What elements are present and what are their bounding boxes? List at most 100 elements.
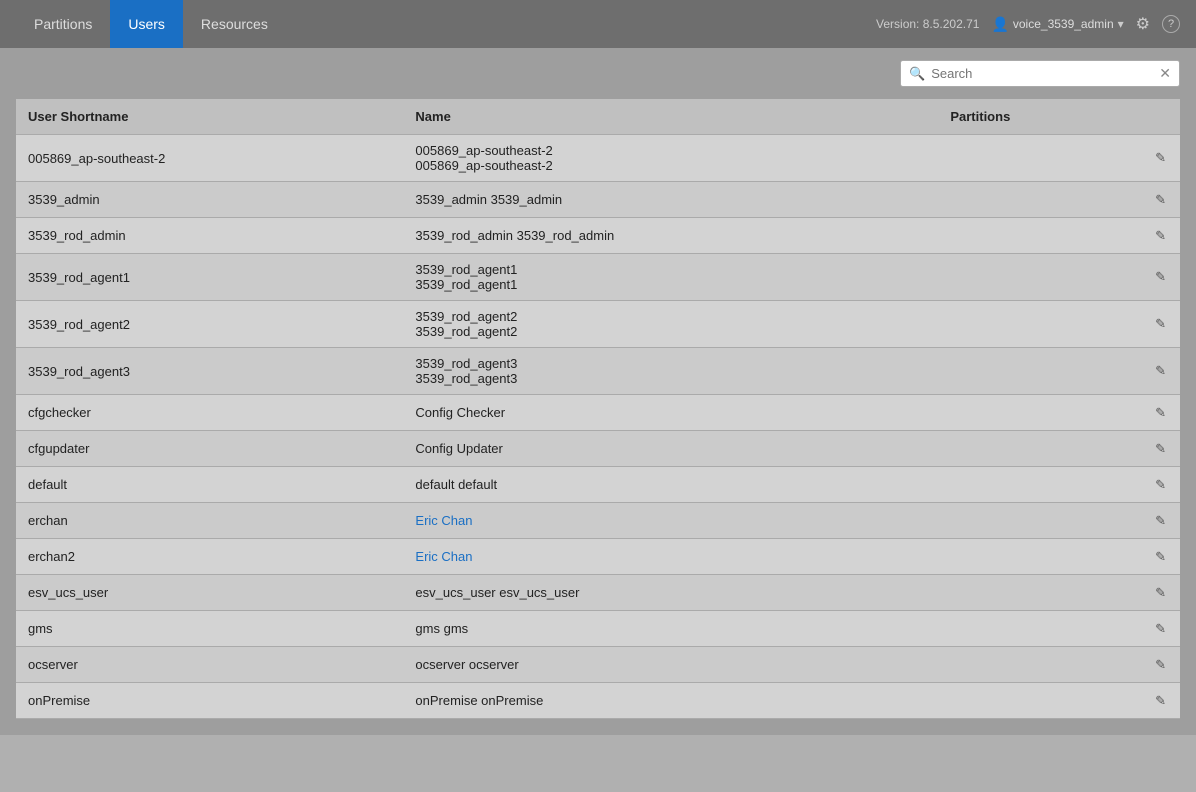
cell-partitions (938, 348, 1140, 395)
cell-shortname: 3539_rod_agent2 (16, 301, 403, 348)
cell-name: esv_ucs_user esv_ucs_user (403, 575, 938, 611)
table-row: 3539_admin 3539_admin 3539_admin ✎ (16, 182, 1180, 218)
top-bar: Partitions Users Resources Version: 8.5.… (0, 0, 1196, 48)
name-text: 3539_rod_agent2 (415, 324, 926, 339)
col-header-name: Name (403, 99, 938, 135)
edit-button[interactable]: ✎ (1149, 188, 1172, 212)
edit-cell: ✎ (1140, 647, 1180, 683)
name-text: Config Updater (415, 441, 926, 456)
table-row: 3539_rod_agent33539_rod_agent33539_rod_a… (16, 348, 1180, 395)
col-header-actions (1140, 99, 1180, 135)
cell-shortname: esv_ucs_user (16, 575, 403, 611)
cell-name: 3539_rod_admin 3539_rod_admin (403, 218, 938, 254)
edit-button[interactable]: ✎ (1149, 401, 1172, 425)
edit-button[interactable]: ✎ (1149, 653, 1172, 677)
col-header-partitions: Partitions (938, 99, 1140, 135)
edit-button[interactable]: ✎ (1149, 545, 1172, 569)
name-text: 005869_ap-southeast-2 (415, 143, 926, 158)
edit-cell: ✎ (1140, 539, 1180, 575)
name-text: ocserver ocserver (415, 657, 926, 672)
table-row: ocserver ocserver ocserver ✎ (16, 647, 1180, 683)
name-text: 005869_ap-southeast-2 (415, 158, 926, 173)
cell-shortname: cfgupdater (16, 431, 403, 467)
cell-shortname: cfgchecker (16, 395, 403, 431)
table-row: 3539_rod_agent13539_rod_agent13539_rod_a… (16, 254, 1180, 301)
cell-partitions (938, 503, 1140, 539)
cell-partitions (938, 431, 1140, 467)
name-text: onPremise onPremise (415, 693, 926, 708)
help-icon[interactable]: ? (1162, 15, 1180, 33)
edit-button[interactable]: ✎ (1149, 265, 1172, 289)
cell-shortname: erchan (16, 503, 403, 539)
edit-cell: ✎ (1140, 467, 1180, 503)
table-row: cfgcheckerConfig Checker ✎ (16, 395, 1180, 431)
cell-partitions (938, 611, 1140, 647)
cell-shortname: erchan2 (16, 539, 403, 575)
cell-name: default default (403, 467, 938, 503)
cell-name: 3539_admin 3539_admin (403, 182, 938, 218)
edit-cell: ✎ (1140, 182, 1180, 218)
edit-button[interactable]: ✎ (1149, 312, 1172, 336)
top-bar-right: Version: 8.5.202.71 👤 voice_3539_admin ▾… (876, 14, 1180, 34)
table-row: esv_ucs_user esv_ucs_user esv_ucs_user ✎ (16, 575, 1180, 611)
edit-button[interactable]: ✎ (1149, 509, 1172, 533)
edit-cell: ✎ (1140, 254, 1180, 301)
search-input[interactable] (931, 66, 1153, 81)
cell-name: 3539_rod_agent23539_rod_agent2 (403, 301, 938, 348)
name-text: 3539_admin 3539_admin (415, 192, 926, 207)
edit-button[interactable]: ✎ (1149, 581, 1172, 605)
cell-name: Config Checker (403, 395, 938, 431)
table-row: erchan2 Eric Chan ✎ (16, 539, 1180, 575)
table-row: erchan Eric Chan ✎ (16, 503, 1180, 539)
cell-partitions (938, 218, 1140, 254)
edit-button[interactable]: ✎ (1149, 473, 1172, 497)
name-text: 3539_rod_agent3 (415, 356, 926, 371)
user-info: 👤 voice_3539_admin ▾ (991, 16, 1123, 33)
tab-users[interactable]: Users (110, 0, 183, 48)
version-text: Version: 8.5.202.71 (876, 17, 979, 31)
cell-partitions (938, 254, 1140, 301)
clear-icon[interactable]: ✕ (1159, 65, 1171, 82)
edit-button[interactable]: ✎ (1149, 689, 1172, 713)
search-box: 🔍 ✕ (900, 60, 1180, 87)
cell-shortname: 3539_rod_admin (16, 218, 403, 254)
cell-partitions (938, 135, 1140, 182)
cell-name: Eric Chan (403, 539, 938, 575)
edit-button[interactable]: ✎ (1149, 359, 1172, 383)
tab-partitions[interactable]: Partitions (16, 0, 110, 48)
edit-cell: ✎ (1140, 611, 1180, 647)
name-link[interactable]: Eric Chan (415, 549, 472, 564)
table-header-row: User Shortname Name Partitions (16, 99, 1180, 135)
name-text: esv_ucs_user esv_ucs_user (415, 585, 926, 600)
table-row: cfgupdater Config Updater ✎ (16, 431, 1180, 467)
cell-shortname: 3539_rod_agent1 (16, 254, 403, 301)
cell-shortname: 3539_admin (16, 182, 403, 218)
cell-partitions (938, 575, 1140, 611)
username-label: voice_3539_admin (1013, 17, 1114, 31)
table-row: defaultdefault default ✎ (16, 467, 1180, 503)
cell-name: 3539_rod_agent13539_rod_agent1 (403, 254, 938, 301)
cell-name: ocserver ocserver (403, 647, 938, 683)
edit-cell: ✎ (1140, 503, 1180, 539)
name-link[interactable]: Eric Chan (415, 513, 472, 528)
cell-name: onPremise onPremise (403, 683, 938, 719)
cell-shortname: default (16, 467, 403, 503)
table-row: 3539_rod_agent23539_rod_agent23539_rod_a… (16, 301, 1180, 348)
table-row: onPremiseonPremise onPremise✎ (16, 683, 1180, 719)
edit-button[interactable]: ✎ (1149, 224, 1172, 248)
cell-name: 005869_ap-southeast-2005869_ap-southeast… (403, 135, 938, 182)
cell-shortname: ocserver (16, 647, 403, 683)
search-icon: 🔍 (909, 66, 925, 82)
cell-shortname: 005869_ap-southeast-2 (16, 135, 403, 182)
cell-name: 3539_rod_agent33539_rod_agent3 (403, 348, 938, 395)
gear-icon[interactable]: ⚙ (1136, 14, 1150, 34)
cell-name: Config Updater (403, 431, 938, 467)
chevron-down-icon[interactable]: ▾ (1118, 17, 1124, 31)
tab-resources[interactable]: Resources (183, 0, 286, 48)
edit-button[interactable]: ✎ (1149, 617, 1172, 641)
table-row: 005869_ap-southeast-2005869_ap-southeast… (16, 135, 1180, 182)
name-text: 3539_rod_agent1 (415, 262, 926, 277)
edit-button[interactable]: ✎ (1149, 146, 1172, 170)
cell-partitions (938, 467, 1140, 503)
edit-button[interactable]: ✎ (1149, 437, 1172, 461)
